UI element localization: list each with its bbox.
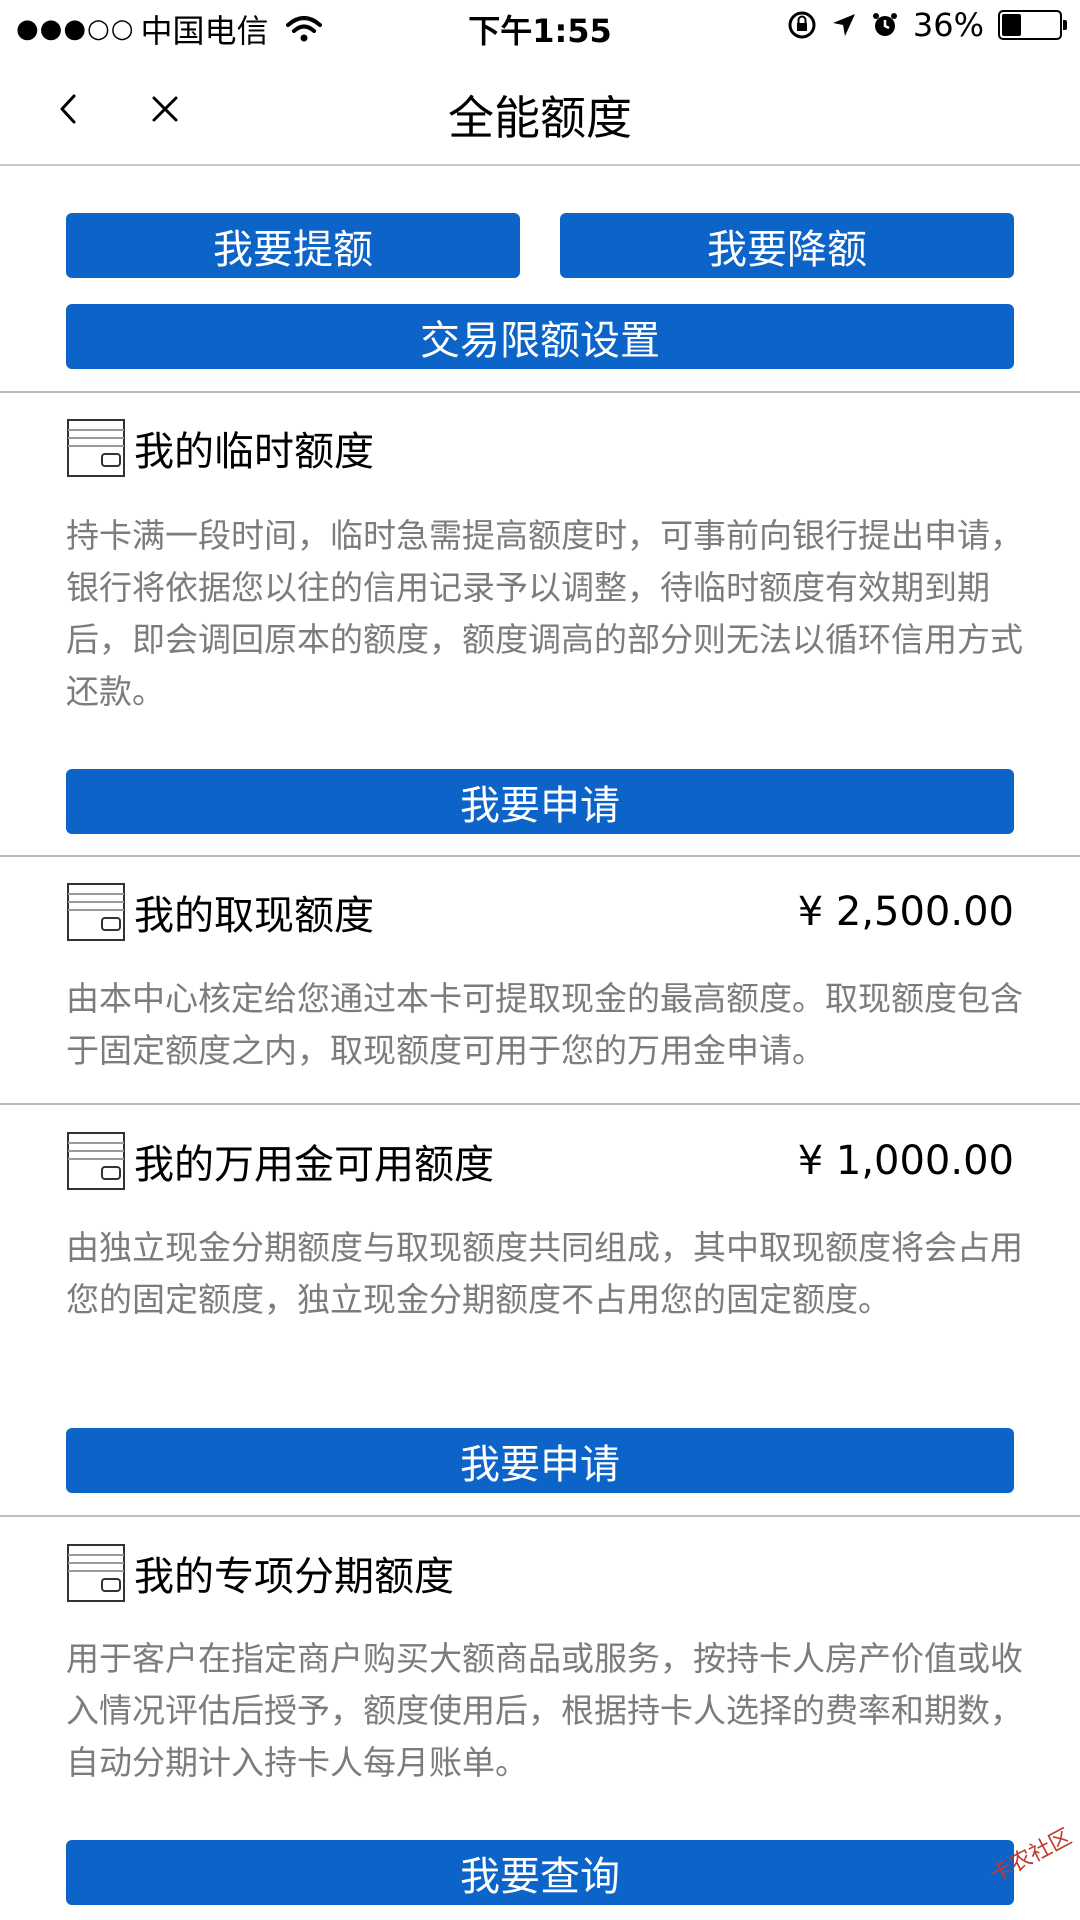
battery-icon	[998, 10, 1067, 40]
special-installment-description: 用于客户在指定商户购买大额商品或服务，按持卡人房产价值或收入情况评估后授予，额度…	[66, 1639, 1023, 1782]
divider	[0, 391, 1080, 393]
decrease-limit-button[interactable]: 我要降额	[560, 213, 1014, 278]
cash-limit-title: 我的取现额度	[134, 893, 374, 939]
card-icon	[67, 1544, 125, 1602]
increase-limit-button[interactable]: 我要提额	[66, 213, 520, 278]
temporary-limit-title-row: 我的临时额度	[66, 418, 374, 478]
temporary-limit-title: 我的临时额度	[134, 429, 374, 475]
transaction-limit-setting-button[interactable]: 交易限额设置	[66, 304, 1014, 369]
card-icon	[67, 419, 125, 477]
cash-limit-amount: ¥ 2,500.00	[797, 889, 1014, 935]
wanyongjin-limit-title-row: 我的万用金可用额度	[66, 1131, 494, 1191]
status-right: 36%	[787, 6, 1067, 44]
card-icon	[67, 1132, 125, 1190]
alarm-icon	[872, 13, 897, 36]
navigation-bar: 全能额度	[0, 54, 1080, 166]
wanyongjin-limit-amount: ¥ 1,000.00	[797, 1138, 1014, 1184]
query-special-installment-button[interactable]: 我要查询	[66, 1840, 1014, 1905]
battery-percent: 36%	[912, 6, 984, 44]
divider	[0, 855, 1080, 857]
page-title: 全能额度	[448, 91, 632, 145]
cash-limit-title-row: 我的取现额度	[66, 882, 374, 942]
special-installment-title-row: 我的专项分期额度	[66, 1543, 454, 1603]
apply-temporary-limit-button[interactable]: 我要申请	[66, 769, 1014, 834]
temporary-limit-description: 持卡满一段时间，临时急需提高额度时，可事前向银行提出申请，银行将依据您以往的信用…	[66, 516, 1023, 711]
battery-level	[1002, 14, 1021, 36]
orientation-lock-icon	[788, 11, 816, 39]
status-bar: ●●●○○ 中国电信 下午1:55 36%	[0, 0, 1080, 54]
watermark: 卡农社区	[986, 1824, 1076, 1888]
cash-limit-description: 由本中心核定给您通过本卡可提取现金的最高额度。取现额度包含于固定额度之内，取现额…	[66, 979, 1023, 1070]
location-arrow-icon	[832, 14, 855, 36]
card-icon	[67, 883, 125, 941]
divider	[0, 1103, 1080, 1105]
divider	[0, 1515, 1080, 1517]
wanyongjin-limit-title: 我的万用金可用额度	[134, 1142, 494, 1188]
special-installment-title: 我的专项分期额度	[134, 1554, 454, 1600]
wanyongjin-limit-description: 由独立现金分期额度与取现额度共同组成，其中取现额度将会占用您的固定额度，独立现金…	[66, 1228, 1023, 1319]
apply-wanyongjin-button[interactable]: 我要申请	[66, 1428, 1014, 1493]
